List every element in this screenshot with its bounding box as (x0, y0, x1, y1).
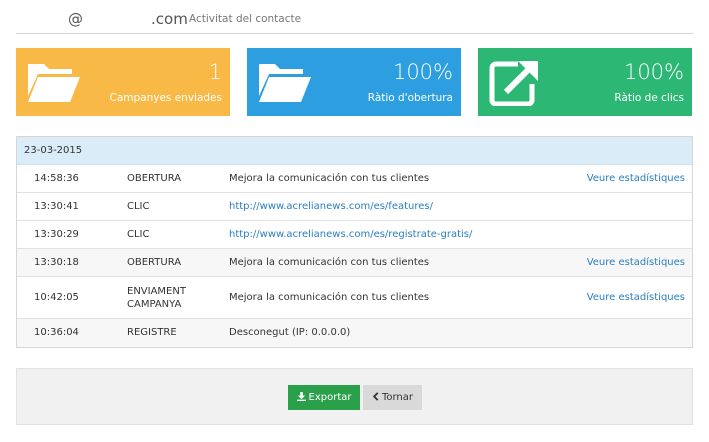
folder-icon (28, 64, 80, 102)
view-stats-link[interactable]: Veure estadístiques (587, 292, 685, 303)
footer-actions: Exportar Tornar (16, 368, 693, 425)
export-button[interactable]: Exportar (288, 385, 360, 410)
chevron-left-icon (372, 391, 379, 404)
stat-label: Ràtio de clics (614, 92, 684, 104)
stat-label: Campanyes enviades (109, 92, 222, 104)
row-time: 10:42:05 (34, 292, 79, 303)
table-row: 13:30:29 CLIC http://www.acrelianews.com… (17, 221, 692, 249)
row-time: 14:58:36 (34, 173, 79, 184)
stat-card-campaigns: 1 Campanyes enviades (16, 48, 230, 116)
external-link-icon (489, 61, 538, 106)
row-type: CLIC (127, 201, 150, 212)
stat-card-click-rate: 100% Ràtio de clics (478, 48, 692, 116)
activity-table: 23-03-2015 14:58:36 OBERTURA Mejora la c… (16, 136, 693, 348)
row-description: Mejora la comunicación con tus clientes (229, 257, 430, 268)
table-row: 13:30:41 CLIC http://www.acrelianews.com… (17, 193, 692, 221)
stat-card-open-rate: 100% Ràtio d'obertura (247, 48, 461, 116)
view-stats-link[interactable]: Veure estadístiques (587, 173, 685, 184)
row-time: 13:30:18 (34, 257, 79, 268)
export-button-label: Exportar (308, 392, 352, 403)
row-description: Mejora la comunicación con tus clientes (229, 292, 430, 303)
row-description: Mejora la comunicación con tus clientes (229, 173, 430, 184)
row-type: ENVIAMENT CAMPANYA (127, 286, 186, 310)
stat-value: 1 (208, 60, 222, 84)
activity-date-header: 23-03-2015 (17, 137, 692, 165)
contact-email-prefix: @ (68, 10, 83, 28)
page-header: @ .com Activitat del contacte (16, 6, 693, 34)
folder-icon (259, 64, 311, 102)
row-link[interactable]: http://www.acrelianews.com/es/registrate… (229, 229, 472, 240)
row-type: REGISTRE (127, 327, 177, 338)
row-time: 13:30:41 (34, 201, 79, 212)
back-button[interactable]: Tornar (363, 385, 422, 410)
table-row: 10:36:04 REGISTRE Desconegut (IP: 0.0.0.… (17, 319, 692, 347)
download-icon (296, 391, 306, 404)
row-link[interactable]: http://www.acrelianews.com/es/features/ (229, 201, 433, 212)
back-button-label: Tornar (381, 392, 414, 403)
contact-email-domain: .com (151, 10, 188, 28)
stat-value: 100% (392, 60, 453, 84)
row-type: OBERTURA (127, 173, 182, 184)
view-stats-link[interactable]: Veure estadístiques (587, 257, 685, 268)
table-row: 13:30:18 OBERTURA Mejora la comunicación… (17, 249, 692, 277)
row-time: 10:36:04 (34, 327, 79, 338)
row-description: Desconegut (IP: 0.0.0.0) (229, 327, 351, 338)
table-row: 14:58:36 OBERTURA Mejora la comunicación… (17, 165, 692, 193)
table-row: 10:42:05 ENVIAMENT CAMPANYA Mejora la co… (17, 277, 692, 319)
stat-label: Ràtio d'obertura (367, 92, 453, 104)
page-subtitle: Activitat del contacte (189, 13, 302, 25)
row-time: 13:30:29 (34, 229, 79, 240)
row-type: OBERTURA (127, 257, 182, 268)
stat-value: 100% (623, 60, 684, 84)
row-type: CLIC (127, 229, 150, 240)
